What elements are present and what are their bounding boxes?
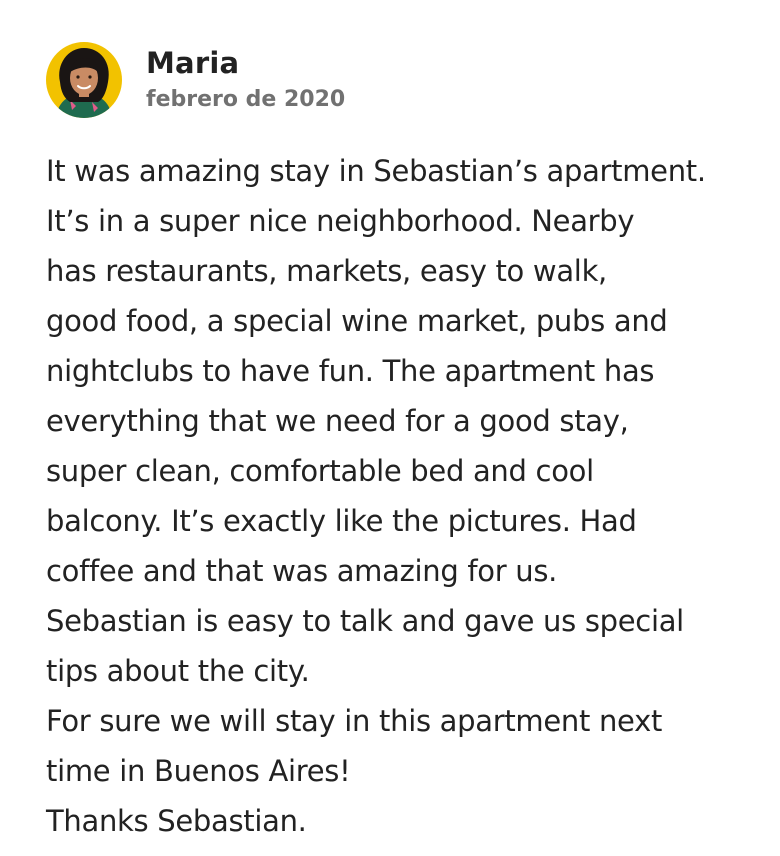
review-text-line: balcony. It’s exactly like the pictures.… [46, 504, 637, 538]
user-photo-avatar-icon [46, 42, 122, 118]
review-text-line: super clean, comfortable bed and cool [46, 454, 594, 488]
review-text-line: It’s in a super nice neighborhood. Nearb… [46, 204, 635, 238]
review-text-line: It was amazing stay in Sebastian’s apart… [46, 154, 706, 188]
review-text-line: everything that we need for a good stay, [46, 404, 629, 438]
review-text-line: nightclubs to have fun. The apartment ha… [46, 354, 655, 388]
review-text: It was amazing stay in Sebastian’s apart… [46, 146, 746, 846]
author-name[interactable]: Maria [146, 45, 345, 81]
review-meta: Maria febrero de 2020 [146, 45, 345, 115]
review-text-line: For sure we will stay in this apartment … [46, 704, 663, 738]
review-card: Maria febrero de 2020 It was amazing sta… [46, 42, 746, 846]
review-date: febrero de 2020 [146, 87, 346, 112]
review-text-line: tips about the city. [46, 654, 310, 688]
avatar[interactable] [46, 42, 122, 118]
review-text-line: coffee and that was amazing for us. [46, 554, 558, 588]
review-text-line: has restaurants, markets, easy to walk, [46, 254, 607, 288]
review-text-line: Thanks Sebastian. [46, 804, 307, 838]
review-header: Maria febrero de 2020 [46, 42, 746, 118]
review-text-line: Sebastian is easy to talk and gave us sp… [46, 604, 684, 638]
review-text-line: time in Buenos Aires! [46, 754, 351, 788]
review-text-line: good food, a special wine market, pubs a… [46, 304, 668, 338]
